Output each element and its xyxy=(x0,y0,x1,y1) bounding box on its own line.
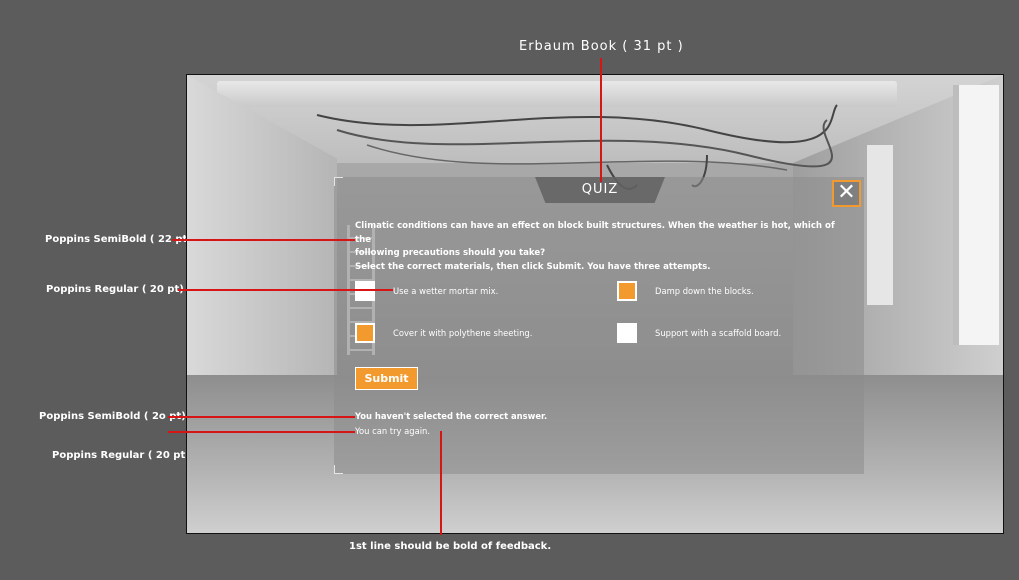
option-polythene-sheeting[interactable]: Cover it with polythene sheeting. xyxy=(355,323,532,343)
option-label: Damp down the blocks. xyxy=(655,286,754,296)
option-label: Cover it with polythene sheeting. xyxy=(393,328,533,338)
annotation-question-font: Poppins SemiBold ( 22 pt) xyxy=(45,234,192,245)
checkbox-checked[interactable] xyxy=(617,281,637,301)
annotation-line-title xyxy=(600,58,602,182)
annotation-feedback-regular-font: Poppins Regular ( 20 pt) xyxy=(52,450,190,461)
checkbox-unchecked[interactable] xyxy=(355,281,375,301)
panel-corner-bottom-left xyxy=(334,465,343,474)
checkbox-unchecked[interactable] xyxy=(617,323,637,343)
close-icon: ✕ xyxy=(837,180,856,205)
annotation-line-feedback-note xyxy=(440,431,442,535)
annotation-options-font: Poppins Regular ( 20 pt) xyxy=(46,284,184,295)
option-label: Support with a scaffold board. xyxy=(655,328,782,338)
annotation-line-feedback-bold xyxy=(168,416,355,418)
feedback-line-2: You can try again. xyxy=(355,426,431,436)
option-label: Use a wetter mortar mix. xyxy=(393,286,499,296)
question-text: Climatic conditions can have an effect o… xyxy=(355,220,850,274)
question-line-1: Climatic conditions can have an effect o… xyxy=(355,221,835,245)
submit-button[interactable]: Submit xyxy=(355,367,418,390)
annotation-title-font: Erbaum Book ( 31 pt ) xyxy=(519,39,684,54)
question-line-2: following precautions should you take? xyxy=(355,248,546,258)
panel-corner-top-left xyxy=(334,177,343,186)
option-wetter-mortar[interactable]: Use a wetter mortar mix. xyxy=(355,281,498,301)
feedback-line-1: You haven't selected the correct answer. xyxy=(355,411,548,421)
annotation-line-feedback-regular xyxy=(168,431,355,433)
annotation-feedback-note: 1st line should be bold of feedback. xyxy=(349,541,552,552)
annotation-line-question xyxy=(172,239,355,241)
option-damp-blocks[interactable]: Damp down the blocks. xyxy=(617,281,754,301)
checkbox-checked[interactable] xyxy=(355,323,375,343)
annotation-line-options xyxy=(178,289,393,291)
close-button[interactable]: ✕ xyxy=(832,180,861,207)
question-instruction: Select the correct materials, then click… xyxy=(355,261,711,272)
annotation-feedback-bold-font: Poppins SemiBold ( 2o pt) xyxy=(39,411,186,422)
option-scaffold-board[interactable]: Support with a scaffold board. xyxy=(617,323,781,343)
